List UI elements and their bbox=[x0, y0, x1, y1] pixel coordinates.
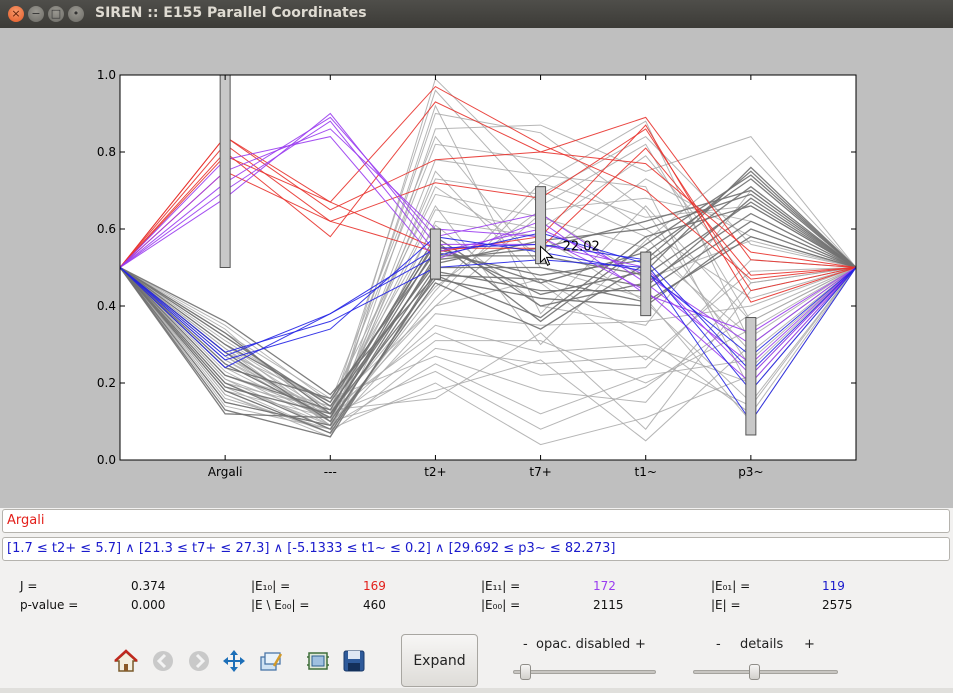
p-value-label: p-value = bbox=[20, 598, 79, 612]
title-bar: × − □ • SIREN :: E155 Parallel Coordinat… bbox=[0, 0, 953, 28]
opacity-plus-label: + bbox=[635, 637, 646, 652]
range-box-t2 bbox=[429, 228, 441, 280]
forward-icon[interactable] bbox=[186, 648, 212, 674]
x-tick-label: t2+ bbox=[424, 465, 446, 479]
e10-value: 169 bbox=[363, 579, 386, 593]
details-slider-handle[interactable] bbox=[749, 664, 761, 680]
e00-value: 2115 bbox=[593, 598, 624, 612]
e11-value: 172 bbox=[593, 579, 616, 593]
e-total-label: |E| = bbox=[711, 598, 741, 612]
e-minus-e00-value: 460 bbox=[363, 598, 386, 612]
y-tick-label: 0.0 bbox=[97, 453, 116, 467]
y-tick-label: 0.4 bbox=[97, 299, 116, 313]
query-expression-field[interactable]: [1.7 ≤ t2+ ≤ 5.7] ∧ [21.3 ≤ t7+ ≤ 27.3] … bbox=[2, 537, 950, 561]
app-window: × − □ • SIREN :: E155 Parallel Coordinat… bbox=[0, 0, 953, 693]
details-slider-label: details bbox=[740, 637, 784, 652]
expand-button[interactable]: Expand bbox=[401, 634, 478, 687]
range-box-Argali bbox=[219, 74, 231, 268]
minimize-window-button[interactable]: − bbox=[28, 6, 44, 22]
hover-value-label: 22.02 bbox=[563, 239, 600, 254]
y-tick-label: 0.6 bbox=[97, 222, 116, 236]
maximize-window-button[interactable]: □ bbox=[48, 6, 64, 22]
j-value: 0.374 bbox=[131, 579, 166, 593]
y-tick-label: 0.2 bbox=[97, 376, 116, 390]
close-window-button[interactable]: × bbox=[8, 6, 24, 22]
e11-label: |E₁₁| = bbox=[481, 579, 521, 593]
y-tick-label: 1.0 bbox=[97, 68, 116, 82]
status-strip bbox=[0, 688, 953, 693]
parallel-coordinates-plot[interactable]: 0.0 0.2 0.4 0.6 0.8 1.0 Argali --- t2+ t7+ t1~ p3~ 2… bbox=[0, 28, 953, 508]
opacity-slider-track[interactable] bbox=[513, 670, 656, 674]
save-icon[interactable] bbox=[341, 648, 367, 674]
e01-label: |E₀₁| = bbox=[711, 579, 751, 593]
back-icon[interactable] bbox=[150, 648, 176, 674]
e-total-value: 2575 bbox=[822, 598, 853, 612]
e-minus-e00-label: |E \ E₀₀| = bbox=[251, 598, 310, 612]
range-box-p3 bbox=[745, 317, 757, 436]
query-name-field[interactable]: Argali bbox=[2, 509, 950, 533]
x-tick-label: p3~ bbox=[738, 465, 763, 479]
e10-label: |E₁₀| = bbox=[251, 579, 291, 593]
j-label: J = bbox=[20, 579, 38, 593]
x-tick-label: --- bbox=[324, 465, 337, 479]
x-tick-label: t7+ bbox=[529, 465, 551, 479]
p-value-value: 0.000 bbox=[131, 598, 166, 612]
y-tick-label: 0.8 bbox=[97, 145, 116, 159]
figure-canvas[interactable]: 0.0 0.2 0.4 0.6 0.8 1.0 Argali --- t2+ t7+ t1~ p3~ 2… bbox=[0, 28, 953, 508]
zoom-icon[interactable] bbox=[258, 648, 284, 674]
e00-label: |E₀₀| = bbox=[481, 598, 521, 612]
opacity-slider-handle[interactable] bbox=[519, 664, 531, 680]
window-title: SIREN :: E155 Parallel Coordinates bbox=[95, 5, 367, 21]
configure-icon[interactable] bbox=[305, 648, 331, 674]
e01-value: 119 bbox=[822, 579, 845, 593]
details-minus-label: - bbox=[716, 637, 721, 652]
details-slider-track[interactable] bbox=[693, 670, 838, 674]
details-plus-label: + bbox=[804, 637, 815, 652]
window-menu-button[interactable]: • bbox=[68, 6, 84, 22]
opacity-minus-label: - bbox=[523, 637, 528, 652]
x-tick-label: t1~ bbox=[635, 465, 657, 479]
opacity-slider-label: opac. disabled bbox=[536, 637, 631, 652]
x-tick-label: Argali bbox=[208, 465, 243, 479]
pan-icon[interactable] bbox=[221, 648, 247, 674]
home-icon[interactable] bbox=[113, 648, 139, 674]
range-box-t1 bbox=[640, 251, 652, 317]
